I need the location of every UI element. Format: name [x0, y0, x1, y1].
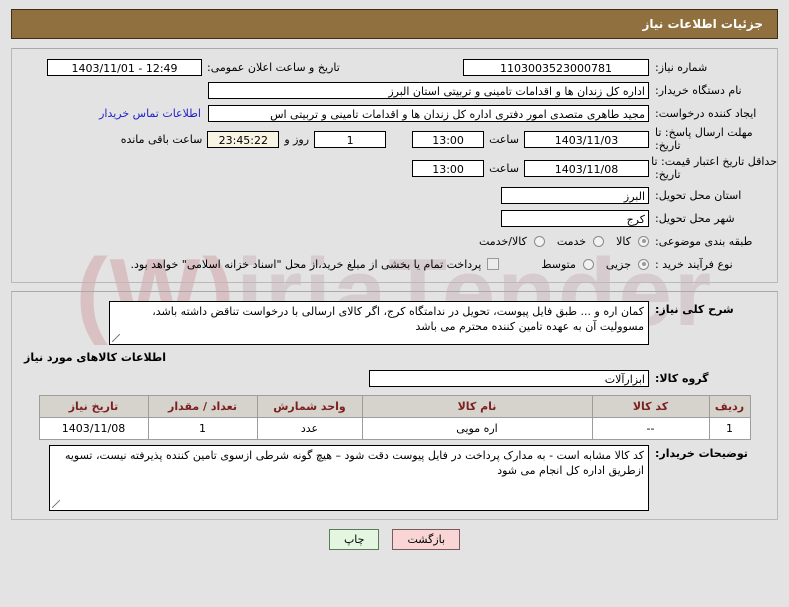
- table-row[interactable]: 1 -- اره مویی عدد 1 1403/11/08: [38, 416, 751, 440]
- goods-section-title: اطلاعات کالاهای مورد نیاز: [24, 350, 166, 364]
- cell-radif: 1: [708, 416, 751, 440]
- goods-table: ردیف کد کالا نام کالا واحد شمارش تعداد /…: [38, 394, 751, 440]
- row-city: شهر محل تحویل: کرج: [12, 207, 777, 230]
- public-announce-field[interactable]: 12:49 - 1403/11/01: [47, 59, 202, 76]
- cell-date: 1403/11/08: [38, 416, 149, 440]
- response-deadline-label-l2: تاریخ:: [655, 138, 681, 152]
- goods-table-wrap: ردیف کد کالا نام کالا واحد شمارش تعداد /…: [12, 390, 777, 442]
- back-button[interactable]: بازگشت: [392, 528, 461, 550]
- purchase-process-option-motevaset[interactable]: متوسط: [529, 258, 594, 271]
- col-qty: تعداد / مقدار: [147, 394, 258, 418]
- goods-group-label: گروه کالا:: [655, 371, 709, 385]
- public-announce-label: تاریخ و ساعت اعلان عمومی:: [207, 61, 340, 74]
- purchase-process-option-jozyi[interactable]: جزیی: [594, 258, 649, 271]
- requester-label: ایجاد کننده درخواست:: [655, 107, 757, 120]
- col-name: نام کالا: [361, 394, 593, 418]
- need-number-field[interactable]: 1103003523000781: [463, 59, 649, 76]
- need-number-label: شماره نیاز:: [655, 61, 708, 74]
- subject-class-option-khedmat[interactable]: خدمت: [545, 234, 605, 248]
- radio-icon-jozyi[interactable]: [638, 258, 649, 270]
- cell-qty: 1: [147, 416, 258, 440]
- goods-group-field[interactable]: ابزارآلات: [369, 369, 649, 387]
- row-need-number: شماره نیاز: 1103003523000781 تاریخ و ساع…: [12, 56, 777, 79]
- subject-class-option-kala-khedmat[interactable]: کالا/خدمت: [467, 235, 545, 248]
- row-subject-class: طبقه بندی موضوعی: کالا خدمت کالا/خدمت: [12, 230, 777, 253]
- subject-class-option-label-0: کالا: [616, 234, 631, 248]
- buyer-contact-link[interactable]: اطلاعات تماس خریدار: [99, 107, 201, 120]
- price-validity-label-l1: حداقل تاریخ اعتبار قیمت: تا: [651, 155, 777, 169]
- purchase-process-option-label-1: متوسط: [541, 257, 576, 271]
- purchase-process-label: نوع فرآیند خرید :: [655, 257, 733, 271]
- subject-class-label: طبقه بندی موضوعی:: [655, 234, 753, 248]
- price-validity-time-field[interactable]: 13:00: [412, 160, 485, 178]
- radio-icon-khedmat[interactable]: [593, 235, 605, 247]
- treasury-docs-checkbox[interactable]: [487, 258, 500, 271]
- response-deadline-date-field[interactable]: 1403/11/03: [524, 131, 649, 149]
- remaining-hours-label: ساعت باقی مانده: [120, 133, 203, 147]
- need-description-label: شرح کلی نیاز:: [655, 302, 734, 316]
- countdown-field: 23:45:22: [207, 131, 280, 149]
- need-description-textarea[interactable]: کمان اره و ... طبق فایل پیوست، تحویل در …: [109, 300, 649, 345]
- buyer-org-label: نام دستگاه خریدار:: [655, 84, 742, 97]
- col-date: تاریخ نیاز: [38, 394, 149, 418]
- row-purchase-process: نوع فرآیند خرید : جزیی متوسط پرداخت تمام…: [12, 253, 777, 276]
- subject-class-option-kala[interactable]: کالا: [604, 235, 649, 248]
- row-goods-group: گروه کالا: ابزارآلات: [12, 367, 777, 390]
- col-unit: واحد شمارش: [256, 394, 363, 418]
- print-button[interactable]: چاپ: [328, 528, 380, 550]
- goods-table-header-row: ردیف کد کالا نام کالا واحد شمارش تعداد /…: [38, 394, 751, 418]
- requester-field[interactable]: مجید طاهری متصدی امور دفتری اداره کل زند…: [208, 105, 649, 122]
- need-info-panel: شماره نیاز: 1103003523000781 تاریخ و ساع…: [11, 48, 778, 283]
- cell-code: --: [591, 416, 710, 440]
- row-province: استان محل تحویل: البرز: [12, 184, 777, 207]
- city-field[interactable]: کرج: [501, 209, 649, 227]
- buyer-org-field[interactable]: اداره کل زندان ها و اقدامات تامینی و ترب…: [208, 82, 649, 99]
- cell-name: اره مویی: [361, 416, 593, 440]
- response-deadline-time-field[interactable]: 13:00: [412, 131, 485, 149]
- treasury-docs-text: پرداخت تمام یا بخشی از مبلغ خرید،از محل …: [130, 257, 482, 271]
- page-root: جزئیات اطلاعات نیاز شماره نیاز: 11030035…: [0, 9, 789, 550]
- row-buyer-notes: توضیحات خریدار: کد کالا مشابه است - به م…: [12, 442, 777, 513]
- province-field[interactable]: البرز: [501, 186, 649, 204]
- goods-panel: شرح کلی نیاز: کمان اره و ... طبق فایل پی…: [11, 290, 778, 520]
- row-need-description: شرح کلی نیاز: کمان اره و ... طبق فایل پی…: [12, 298, 777, 347]
- row-buyer-org: نام دستگاه خریدار: اداره کل زندان ها و ا…: [12, 79, 777, 102]
- price-validity-date-field[interactable]: 1403/11/08: [524, 160, 649, 178]
- subject-class-option-label-2: کالا/خدمت: [479, 234, 527, 248]
- response-deadline-label-l1: مهلت ارسال پاسخ: تا: [655, 126, 753, 139]
- row-price-validity: حداقل تاریخ اعتبار قیمت: تا تاریخ: 1403/…: [12, 154, 777, 183]
- buyer-notes-label: توضیحات خریدار:: [655, 446, 748, 460]
- price-validity-label: حداقل تاریخ اعتبار قیمت: تا تاریخ:: [649, 155, 777, 181]
- footer-button-bar: بازگشت چاپ: [0, 528, 789, 550]
- response-deadline-label: مهلت ارسال پاسخ: تا تاریخ:: [649, 126, 777, 152]
- col-code: کد کالا: [591, 394, 710, 418]
- purchase-process-option-label-0: جزیی: [605, 257, 631, 271]
- response-deadline-time-label: ساعت: [489, 133, 519, 147]
- page-title: جزئیات اطلاعات نیاز: [642, 17, 763, 31]
- buyer-notes-textarea[interactable]: کد کالا مشابه است - به مدارک پرداخت در ف…: [49, 444, 649, 511]
- col-radif: ردیف: [708, 394, 751, 418]
- price-validity-label-l2: تاریخ:: [655, 167, 681, 181]
- radio-icon-motevaset[interactable]: [582, 258, 594, 270]
- radio-icon-kala[interactable]: [638, 235, 649, 247]
- price-validity-time-label: ساعت: [489, 162, 519, 176]
- radio-icon-kala-khedmat[interactable]: [533, 235, 545, 247]
- remaining-days-field: 1: [314, 131, 387, 149]
- subject-class-option-label-1: خدمت: [556, 234, 587, 248]
- remaining-days-label: روز و: [284, 133, 310, 147]
- row-response-deadline: مهلت ارسال پاسخ: تا تاریخ: 1403/11/03 سا…: [12, 125, 777, 154]
- row-requester: ایجاد کننده درخواست: مجید طاهری متصدی ام…: [12, 102, 777, 125]
- cell-unit: عدد: [256, 416, 363, 440]
- city-label: شهر محل تحویل:: [655, 211, 735, 225]
- page-title-bar: جزئیات اطلاعات نیاز: [11, 9, 778, 39]
- province-label: استان محل تحویل:: [655, 188, 742, 202]
